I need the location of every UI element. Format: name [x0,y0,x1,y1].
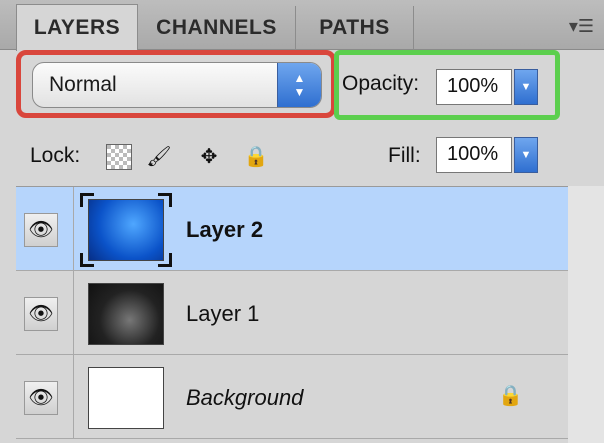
lock-transparent-pixels-icon[interactable] [106,144,132,170]
lock-position-move-icon[interactable]: ✥ [196,144,222,170]
eye-icon[interactable]: 👁 [24,381,58,415]
lock-image-pixels-brush-icon[interactable]: 🖌 [146,144,172,170]
tab-channels[interactable]: CHANNELS [138,6,296,50]
layer-name: Layer 1 [186,301,260,326]
layer-row-layer-1[interactable]: 👁 Layer 1 [16,271,568,355]
layer-thumbnail[interactable] [88,199,164,261]
layers-list: 👁 Layer 2 👁 Layer 1 👁 Background 🔒 [16,186,568,443]
eye-icon[interactable]: 👁 [24,213,58,247]
layer-thumbnail[interactable] [88,367,164,429]
tab-paths[interactable]: PATHS [296,6,414,50]
panel-tab-bar: LAYERS CHANNELS PATHS ▾☰ [0,0,604,51]
layer-row-background[interactable]: 👁 Background 🔒 [16,355,568,439]
scrollbar-track[interactable] [568,186,604,443]
layer-row-layer-2[interactable]: 👁 Layer 2 [16,187,568,271]
tab-layers[interactable]: LAYERS [16,4,138,51]
eye-icon[interactable]: 👁 [24,297,58,331]
lock-icon: 🔒 [498,385,523,407]
layer-name: Background [186,385,304,410]
lock-label: Lock: [30,144,81,167]
lock-all-icon[interactable]: 🔒 [243,144,269,170]
layer-name: Layer 2 [186,217,264,242]
fill-dropdown-icon[interactable]: ▼ [514,137,538,173]
visibility-cell: 👁 [16,187,74,271]
blend-mode-highlight [16,50,336,118]
panel-menu-icon[interactable]: ▾☰ [569,16,594,37]
visibility-cell: 👁 [16,355,74,439]
fill-label: Fill: [388,144,421,167]
fill-input[interactable]: 100% [436,137,512,173]
opacity-highlight [334,50,560,120]
layer-thumbnail[interactable] [88,283,164,345]
visibility-cell: 👁 [16,271,74,355]
